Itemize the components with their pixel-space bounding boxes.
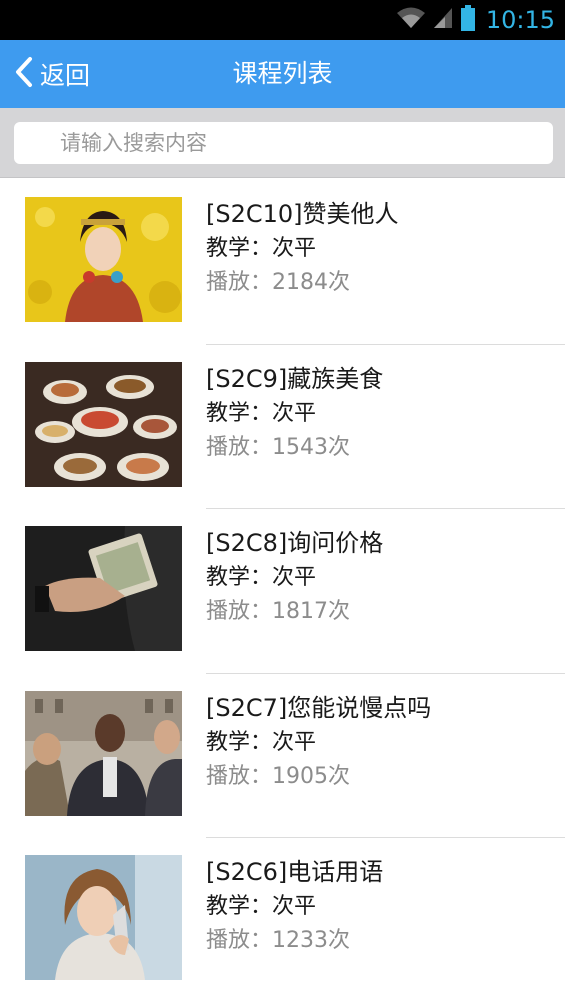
status-time: 10:15 <box>485 6 555 34</box>
search-bar <box>0 108 565 178</box>
course-thumbnail <box>25 526 182 651</box>
course-teacher: 教学：次平 <box>206 236 317 261</box>
course-thumbnail <box>25 361 182 487</box>
battery-icon <box>460 5 476 35</box>
course-thumbnail <box>25 690 182 816</box>
list-item[interactable]: [S2C7]您能说慢点吗 教学：次平 播放：1905次 <box>0 674 565 838</box>
list-item[interactable]: [S2C6]电话用语 教学：次平 播放：1233次 <box>0 838 565 1002</box>
search-input[interactable] <box>14 122 553 164</box>
course-play-count: 播放：1543次 <box>206 434 350 460</box>
chevron-left-icon <box>14 56 34 92</box>
wifi-icon <box>396 6 426 34</box>
course-thumbnail <box>25 855 182 980</box>
back-button[interactable]: 返回 <box>14 40 90 108</box>
back-label: 返回 <box>40 61 91 90</box>
status-icons <box>396 5 476 35</box>
course-list: [S2C10]赞美他人 教学：次平 播放：2184次 [S2C9]藏族美食 教学… <box>0 180 565 1002</box>
course-teacher: 教学：次平 <box>206 894 317 919</box>
course-title: [S2C7]您能说慢点吗 <box>206 693 432 722</box>
status-bar: 10:15 <box>0 0 565 40</box>
list-item[interactable]: [S2C8]询问价格 教学：次平 播放：1817次 <box>0 509 565 674</box>
course-title: [S2C6]电话用语 <box>206 858 384 886</box>
list-item[interactable]: [S2C10]赞美他人 教学：次平 播放：2184次 <box>0 180 565 345</box>
app-bar: 返回 课程列表 <box>0 40 565 108</box>
course-teacher: 教学：次平 <box>206 400 317 426</box>
signal-icon <box>432 6 454 34</box>
course-play-count: 播放：1233次 <box>206 928 350 953</box>
list-item[interactable]: [S2C9]藏族美食 教学：次平 播放：1543次 <box>0 345 565 509</box>
course-title: [S2C8]询问价格 <box>206 529 384 557</box>
course-play-count: 播放：1905次 <box>206 763 350 789</box>
course-title: [S2C10]赞美他人 <box>206 200 399 228</box>
course-title: [S2C9]藏族美食 <box>206 364 384 393</box>
course-play-count: 播放：1817次 <box>206 599 350 624</box>
course-teacher: 教学：次平 <box>206 565 317 590</box>
course-play-count: 播放：2184次 <box>206 270 350 295</box>
course-thumbnail <box>25 197 182 322</box>
course-teacher: 教学：次平 <box>206 729 317 755</box>
